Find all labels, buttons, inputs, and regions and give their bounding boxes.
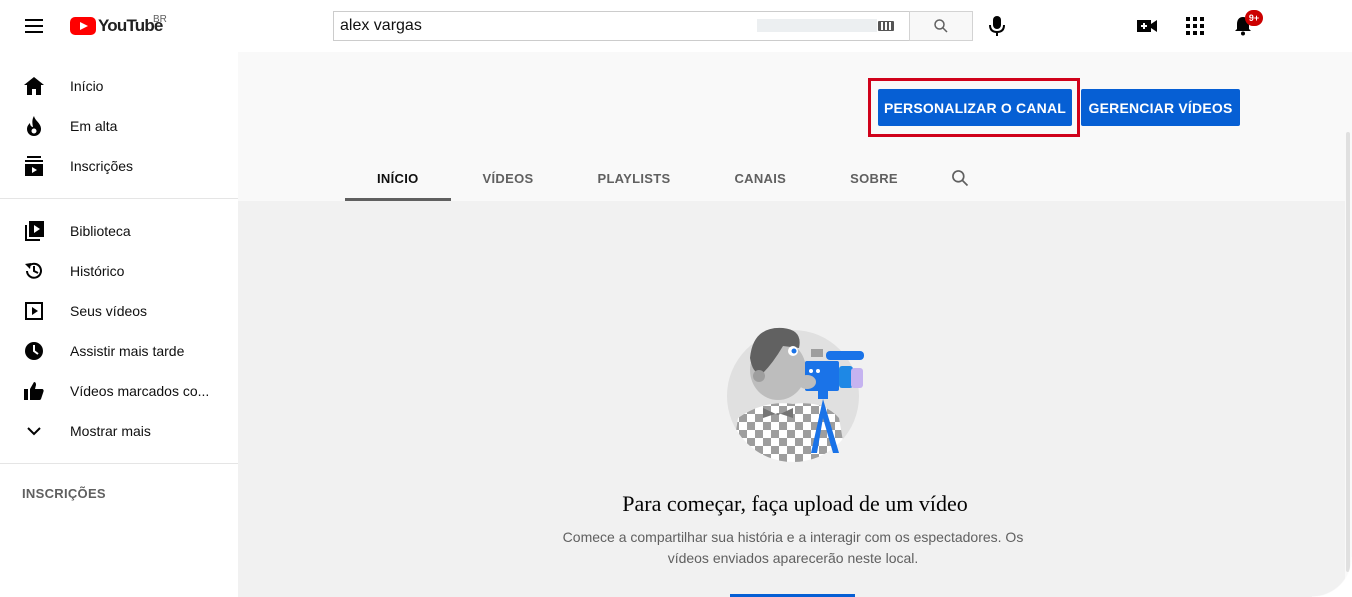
sidebar-item-biblioteca[interactable]: Biblioteca <box>0 211 238 251</box>
tab-canais[interactable]: CANAIS <box>702 155 818 201</box>
youtube-play-icon <box>70 17 96 35</box>
trending-icon <box>22 114 46 138</box>
channel-content: Para começar, faça upload de um vídeo Co… <box>238 201 1352 597</box>
home-icon <box>22 74 46 98</box>
sidebar-item-inicio[interactable]: Início <box>0 66 238 106</box>
channel-search-button[interactable] <box>930 155 990 201</box>
search-button[interactable] <box>909 11 973 41</box>
sidebar-item-label: Vídeos marcados co... <box>70 383 210 399</box>
notification-badge: 9+ <box>1245 10 1263 26</box>
search-box <box>333 11 973 41</box>
sidebar-divider <box>0 463 238 464</box>
search-autocomplete-blur <box>757 19 877 32</box>
sidebar-item-videos-marcados[interactable]: Vídeos marcados co... <box>0 371 238 411</box>
sidebar-item-label: Assistir mais tarde <box>70 343 185 359</box>
chevron-down-icon <box>22 419 46 443</box>
customize-channel-button[interactable]: PERSONALIZAR O CANAL <box>878 89 1072 126</box>
tab-sobre[interactable]: SOBRE <box>818 155 930 201</box>
window-corner <box>1312 557 1352 597</box>
country-code: BR <box>153 14 167 25</box>
channel-tabs: INÍCIO VÍDEOS PLAYLISTS CANAIS SOBRE <box>345 155 990 201</box>
subscriptions-icon <box>22 154 46 178</box>
channel-header: PERSONALIZAR O CANAL GERENCIAR VÍDEOS IN… <box>238 52 1352 201</box>
menu-icon[interactable] <box>18 10 50 42</box>
subscriptions-heading: INSCRIÇÕES <box>22 486 106 501</box>
your-videos-icon <box>22 299 46 323</box>
sidebar-item-mostrar-mais[interactable]: Mostrar mais <box>0 411 238 451</box>
sidebar-item-label: Mostrar mais <box>70 423 151 439</box>
create-video-button[interactable] <box>1135 14 1159 38</box>
liked-icon <box>22 379 46 403</box>
keyboard-icon[interactable] <box>878 21 894 31</box>
search-icon <box>934 19 948 33</box>
tab-playlists[interactable]: PLAYLISTS <box>565 155 702 201</box>
empty-state-description: Comece a compartilhar sua história e a i… <box>562 529 1024 566</box>
sidebar-item-label: Biblioteca <box>70 223 131 239</box>
library-icon <box>22 219 46 243</box>
video-camera-plus-icon <box>1137 20 1157 32</box>
empty-state-title: Para começar, faça upload de um vídeo <box>622 491 968 516</box>
sidebar-item-label: Em alta <box>70 118 118 134</box>
search-icon <box>951 170 968 187</box>
top-bar: YouTube BR 9+ <box>0 0 1352 52</box>
sidebar-item-historico[interactable]: Histórico <box>0 251 238 291</box>
apps-grid-icon <box>1186 17 1204 35</box>
youtube-channel-page: YouTube BR 9+ Início <box>0 0 1352 597</box>
scrollbar-thumb[interactable] <box>1346 132 1350 572</box>
microphone-icon <box>989 16 1005 36</box>
sidebar-item-label: Inscrições <box>70 158 134 174</box>
sidebar-item-label: Histórico <box>70 263 125 279</box>
apps-button[interactable] <box>1183 14 1207 38</box>
channel-main: PERSONALIZAR O CANAL GERENCIAR VÍDEOS IN… <box>238 52 1352 597</box>
sidebar-divider <box>0 198 238 199</box>
scrollbar[interactable] <box>1345 52 1352 597</box>
upload-illustration <box>727 327 864 462</box>
sidebar: Início Em alta Inscrições Biblioteca His… <box>0 52 238 597</box>
sidebar-item-assistir-mais-tarde[interactable]: Assistir mais tarde <box>0 331 238 371</box>
history-icon <box>22 259 46 283</box>
youtube-logo[interactable]: YouTube <box>70 14 163 38</box>
voice-search-button[interactable] <box>985 10 1009 42</box>
tab-videos[interactable]: VÍDEOS <box>451 155 566 201</box>
sidebar-item-em-alta[interactable]: Em alta <box>0 106 238 146</box>
manage-videos-button[interactable]: GERENCIAR VÍDEOS <box>1081 89 1240 126</box>
sidebar-item-inscricoes[interactable]: Inscrições <box>0 146 238 186</box>
tab-inicio[interactable]: INÍCIO <box>345 155 451 201</box>
sidebar-item-label: Seus vídeos <box>70 303 148 319</box>
sidebar-item-label: Início <box>70 78 104 94</box>
sidebar-item-seus-videos[interactable]: Seus vídeos <box>0 291 238 331</box>
watch-later-icon <box>22 339 46 363</box>
